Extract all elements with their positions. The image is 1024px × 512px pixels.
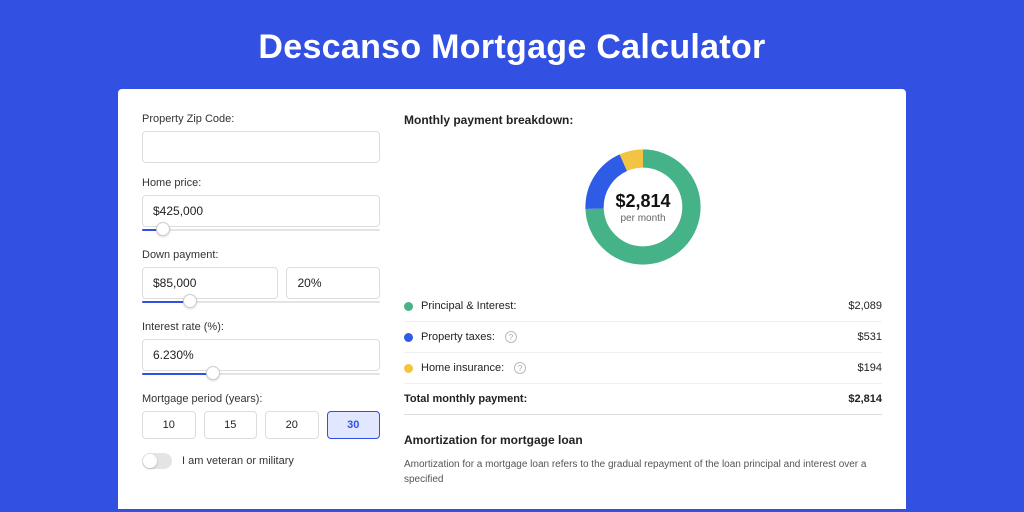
- legend-row: Principal & Interest: $2,089: [404, 291, 882, 322]
- field-veteran: I am veteran or military: [142, 453, 380, 469]
- zip-input[interactable]: [142, 131, 380, 163]
- total-value: $2,814: [848, 393, 882, 405]
- down-payment-percent-input[interactable]: [286, 267, 380, 299]
- legend-label: Home insurance:: [421, 362, 504, 374]
- period-button-20[interactable]: 20: [265, 411, 319, 439]
- info-icon[interactable]: ?: [514, 362, 526, 374]
- period-button-30[interactable]: 30: [327, 411, 381, 439]
- legend-row: Property taxes:? $531: [404, 322, 882, 353]
- info-icon[interactable]: ?: [505, 331, 517, 343]
- legend-dot: [404, 333, 413, 342]
- total-label: Total monthly payment:: [404, 393, 527, 405]
- calculator-card: Property Zip Code: Home price: Down paym…: [118, 89, 906, 509]
- period-options: 10 1520 30: [142, 411, 380, 439]
- field-home-price: Home price:: [142, 177, 380, 235]
- veteran-label: I am veteran or military: [182, 455, 294, 467]
- period-button-10[interactable]: 10: [142, 411, 196, 439]
- interest-slider[interactable]: [142, 369, 380, 379]
- period-label: Mortgage period (years):: [142, 393, 380, 405]
- donut-chart: $2,814 per month: [579, 143, 707, 271]
- home-price-slider[interactable]: [142, 225, 380, 235]
- home-price-input[interactable]: [142, 195, 380, 227]
- legend-label: Property taxes:: [421, 331, 495, 343]
- legend-value: $2,089: [848, 300, 882, 312]
- form-column: Property Zip Code: Home price: Down paym…: [142, 113, 380, 509]
- legend-label: Principal & Interest:: [421, 300, 516, 312]
- down-payment-amount-input[interactable]: [142, 267, 278, 299]
- donut-wrap: $2,814 per month: [404, 143, 882, 271]
- down-payment-slider[interactable]: [142, 297, 380, 307]
- donut-sublabel: per month: [620, 213, 665, 224]
- legend-value: $194: [858, 362, 882, 374]
- field-interest: Interest rate (%):: [142, 321, 380, 379]
- field-period: Mortgage period (years): 10 1520 30: [142, 393, 380, 439]
- slider-thumb[interactable]: [156, 222, 170, 236]
- field-down-payment: Down payment:: [142, 249, 380, 307]
- veteran-toggle[interactable]: [142, 453, 172, 469]
- toggle-knob: [143, 454, 157, 468]
- slider-thumb[interactable]: [183, 294, 197, 308]
- breakdown-column: Monthly payment breakdown: $2,814 per mo…: [404, 113, 882, 509]
- field-zip: Property Zip Code:: [142, 113, 380, 163]
- legend-dot: [404, 364, 413, 373]
- interest-label: Interest rate (%):: [142, 321, 380, 333]
- home-price-label: Home price:: [142, 177, 380, 189]
- donut-center: $2,814 per month: [579, 143, 707, 271]
- down-payment-label: Down payment:: [142, 249, 380, 261]
- period-button-15[interactable]: 15: [204, 411, 258, 439]
- legend-value: $531: [858, 331, 882, 343]
- zip-label: Property Zip Code:: [142, 113, 380, 125]
- amortization-text: Amortization for a mortgage loan refers …: [404, 457, 882, 487]
- legend-total-row: Total monthly payment: $2,814: [404, 384, 882, 415]
- page-title: Descanso Mortgage Calculator: [0, 0, 1024, 89]
- amortization-title: Amortization for mortgage loan: [404, 433, 882, 447]
- breakdown-title: Monthly payment breakdown:: [404, 113, 882, 127]
- amortization-section: Amortization for mortgage loan Amortizat…: [404, 433, 882, 487]
- legend-row: Home insurance:? $194: [404, 353, 882, 384]
- slider-thumb[interactable]: [206, 366, 220, 380]
- legend-dot: [404, 302, 413, 311]
- interest-input[interactable]: [142, 339, 380, 371]
- donut-amount: $2,814: [615, 191, 670, 212]
- legend: Principal & Interest: $2,089 Property taxe…: [404, 291, 882, 384]
